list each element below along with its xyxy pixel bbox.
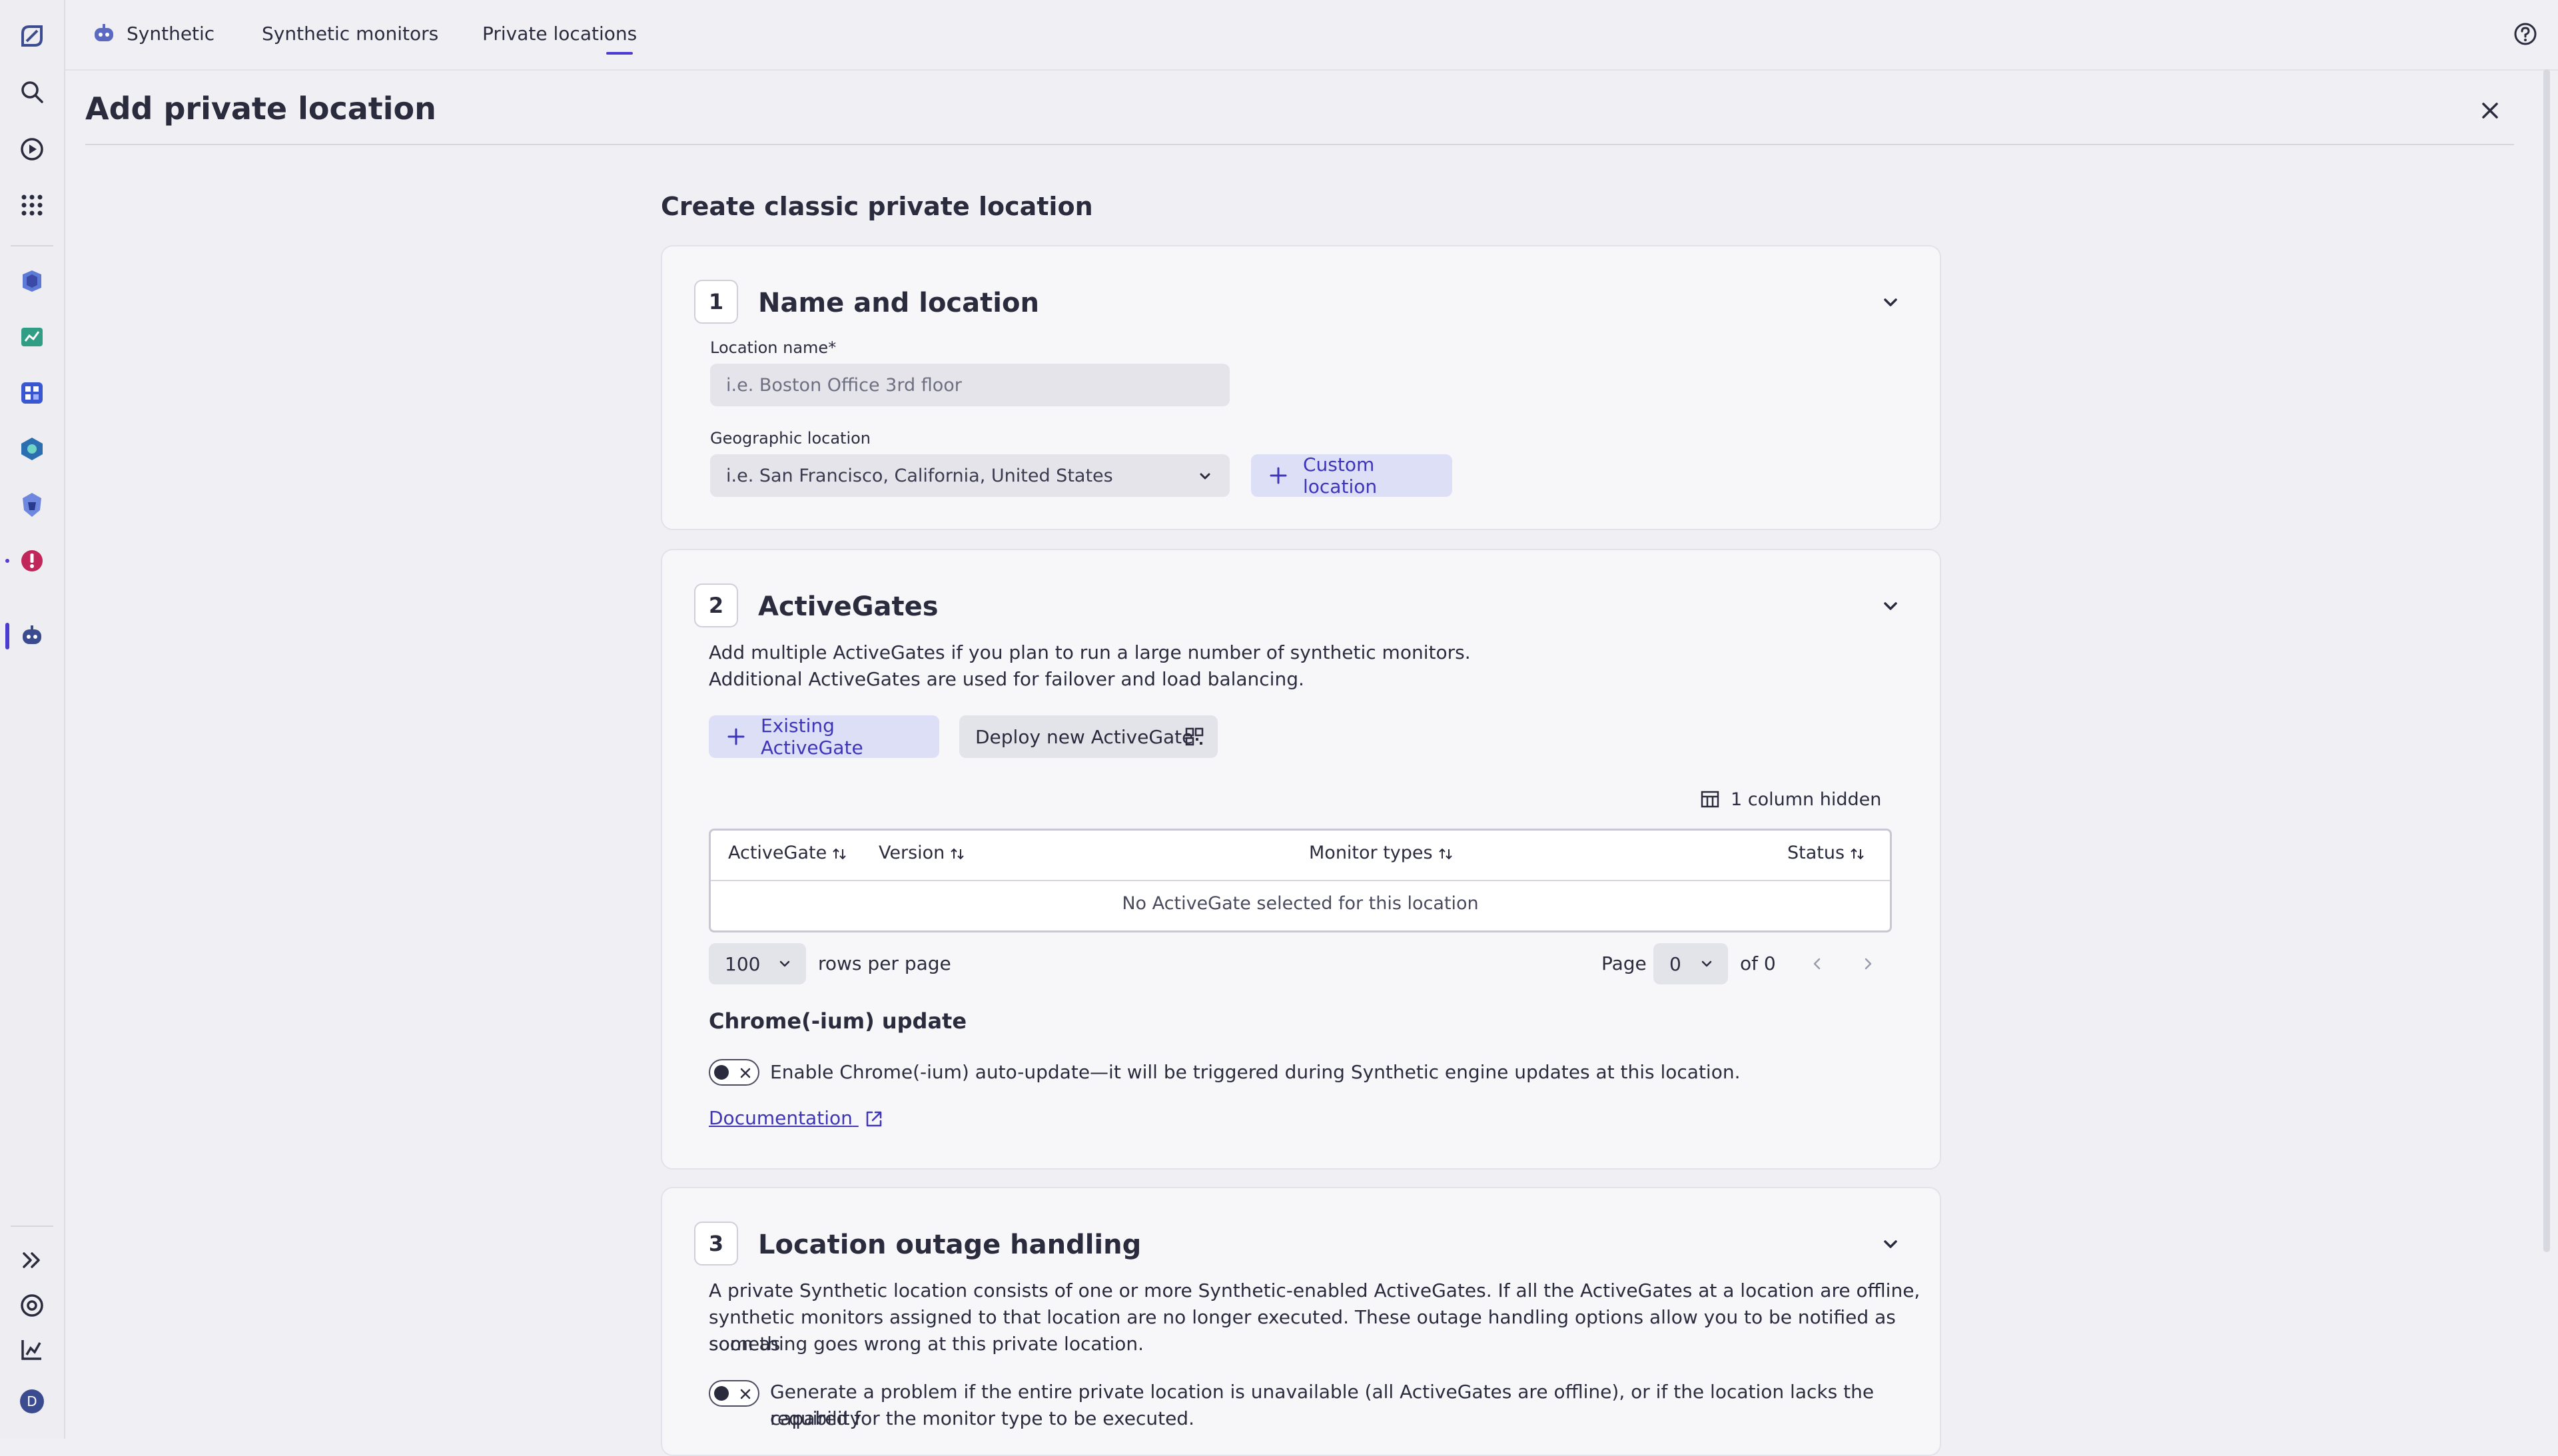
dashboards-app-icon[interactable]	[17, 378, 47, 408]
card-activegates: 2 ActiveGates Add multiple ActiveGates i…	[661, 549, 1941, 1170]
custom-location-button[interactable]: Custom location	[1251, 454, 1452, 498]
column-header-monitor-types[interactable]: Monitor types	[1309, 843, 1454, 863]
card-title: Name and location	[758, 288, 1039, 318]
card-title: Location outage handling	[758, 1230, 1142, 1260]
plus-icon	[1270, 467, 1287, 484]
close-icon[interactable]	[2477, 97, 2503, 124]
avatar-initial: D	[27, 1393, 37, 1409]
columns-hidden-label: 1 column hidden	[1731, 789, 1882, 810]
empty-table-message: No ActiveGate selected for this location	[1122, 893, 1479, 914]
apps-grid-icon[interactable]	[17, 190, 47, 220]
chevron-down-icon[interactable]	[1877, 593, 1904, 619]
activegates-description-line1: Add multiple ActiveGates if you plan to …	[709, 641, 1471, 663]
page-title: Add private location	[85, 91, 436, 127]
chevron-down-icon	[779, 960, 790, 967]
chevron-left-icon[interactable]	[1808, 954, 1827, 973]
geographic-location-label: Geographic location	[710, 429, 871, 448]
chevron-down-icon[interactable]	[1877, 1231, 1904, 1258]
problems-app-icon[interactable]	[17, 546, 47, 575]
column-header-label: Status	[1787, 843, 1845, 863]
page-count-label: of 0	[1740, 952, 1776, 974]
analytics-icon[interactable]	[17, 1335, 47, 1364]
left-rail: D	[0, 0, 65, 1439]
notebooks-app-icon[interactable]	[17, 322, 47, 352]
infrastructure-app-icon[interactable]	[17, 266, 47, 296]
geographic-location-value: i.e. San Francisco, California, United S…	[726, 465, 1113, 486]
services-app-icon[interactable]	[17, 434, 47, 464]
tab-private-locations[interactable]: Private locations	[482, 23, 637, 45]
column-header-version[interactable]: Version	[879, 843, 966, 863]
documentation-link[interactable]: Documentation	[709, 1107, 884, 1129]
section-heading: Create classic private location	[661, 192, 1093, 221]
chrome-autoupdate-label: Enable Chrome(-ium) auto-update—it will …	[770, 1061, 1741, 1083]
page-select[interactable]: 0	[1653, 943, 1728, 984]
sort-icon	[951, 848, 965, 859]
existing-activegate-label: Existing ActiveGate	[761, 715, 863, 759]
page-select-value: 0	[1669, 952, 1681, 975]
qr-grid-icon	[1185, 727, 1204, 746]
column-header-label: Version	[879, 843, 945, 863]
expand-sidebar-icon[interactable]	[17, 1246, 47, 1275]
chevron-down-icon	[1701, 960, 1712, 967]
avatar[interactable]: D	[17, 1387, 47, 1416]
sort-icon	[1438, 848, 1452, 859]
card-location-outage-handling: 3 Location outage handling A private Syn…	[661, 1187, 1941, 1456]
existing-activegate-button[interactable]: Existing ActiveGate	[709, 715, 939, 759]
search-icon[interactable]	[17, 77, 47, 107]
generate-problem-toggle[interactable]	[709, 1380, 759, 1407]
synthetic-app-icon	[95, 24, 113, 41]
column-header-label: ActiveGate	[728, 843, 827, 863]
sort-icon	[1851, 848, 1864, 859]
table-columns-icon	[1701, 791, 1719, 808]
plus-icon	[727, 728, 745, 745]
activegates-table: ActiveGate Version Monitor types Status …	[709, 829, 1892, 932]
support-icon[interactable]	[17, 1291, 47, 1320]
location-name-label: Location name*	[710, 338, 837, 357]
chrome-update-heading: Chrome(-ium) update	[709, 1008, 967, 1034]
rows-per-page-label: rows per page	[818, 952, 951, 974]
synthetic-app-icon[interactable]	[17, 621, 47, 651]
column-header-activegate[interactable]: ActiveGate	[728, 843, 848, 863]
chevron-down-icon[interactable]	[1877, 289, 1904, 316]
page-label: Page	[1601, 952, 1647, 974]
app-name[interactable]: Synthetic	[127, 23, 214, 45]
step-number: 2	[694, 583, 738, 627]
documentation-link-label: Documentation	[709, 1107, 853, 1129]
chrome-autoupdate-toggle[interactable]	[709, 1059, 759, 1086]
help-icon[interactable]	[2513, 21, 2538, 47]
rows-per-page-value: 100	[725, 952, 761, 975]
column-header-label: Monitor types	[1309, 843, 1433, 863]
chevron-right-icon[interactable]	[1859, 954, 1877, 973]
step-number: 1	[694, 280, 738, 324]
generate-problem-label-line2: required for the monitor type to be exec…	[770, 1407, 1194, 1429]
deploy-activegate-button[interactable]: Deploy new ActiveGate	[959, 715, 1218, 758]
sort-icon	[833, 848, 846, 859]
tab-synthetic-monitors[interactable]: Synthetic monitors	[262, 23, 438, 45]
custom-location-label: Custom location	[1303, 454, 1378, 498]
location-name-input[interactable]: i.e. Boston Office 3rd floor	[710, 364, 1230, 406]
dynatrace-logo-icon[interactable]	[17, 21, 47, 51]
activegates-description-line2: Additional ActiveGates are used for fail…	[709, 668, 1304, 690]
x-icon	[740, 1068, 751, 1078]
page-scrollbar[interactable]	[2543, 69, 2550, 1252]
chevron-down-icon	[1200, 473, 1210, 480]
active-tab-indicator	[606, 52, 633, 55]
table-header-divider	[711, 880, 1890, 881]
deploy-activegate-label: Deploy new ActiveGate	[975, 725, 1194, 748]
x-icon	[740, 1389, 751, 1399]
geographic-location-select[interactable]: i.e. San Francisco, California, United S…	[710, 454, 1230, 497]
top-bar: Synthetic Synthetic monitors Private loc…	[65, 0, 2558, 71]
header-divider	[85, 144, 2514, 145]
outage-description-line3: something goes wrong at this private loc…	[709, 1333, 1144, 1355]
external-link-icon	[866, 1111, 882, 1127]
column-settings-button[interactable]: 1 column hidden	[1700, 786, 1881, 813]
kubernetes-app-icon[interactable]	[17, 490, 47, 520]
step-number: 3	[694, 1222, 738, 1266]
column-header-status[interactable]: Status	[1787, 843, 1866, 863]
rows-per-page-select[interactable]: 100	[709, 943, 806, 984]
card-title: ActiveGates	[758, 591, 939, 622]
card-name-and-location: 1 Name and location Location name* i.e. …	[661, 245, 1941, 530]
play-circle-icon[interactable]	[17, 135, 47, 164]
outage-description-line1: A private Synthetic location consists of…	[709, 1279, 1920, 1301]
